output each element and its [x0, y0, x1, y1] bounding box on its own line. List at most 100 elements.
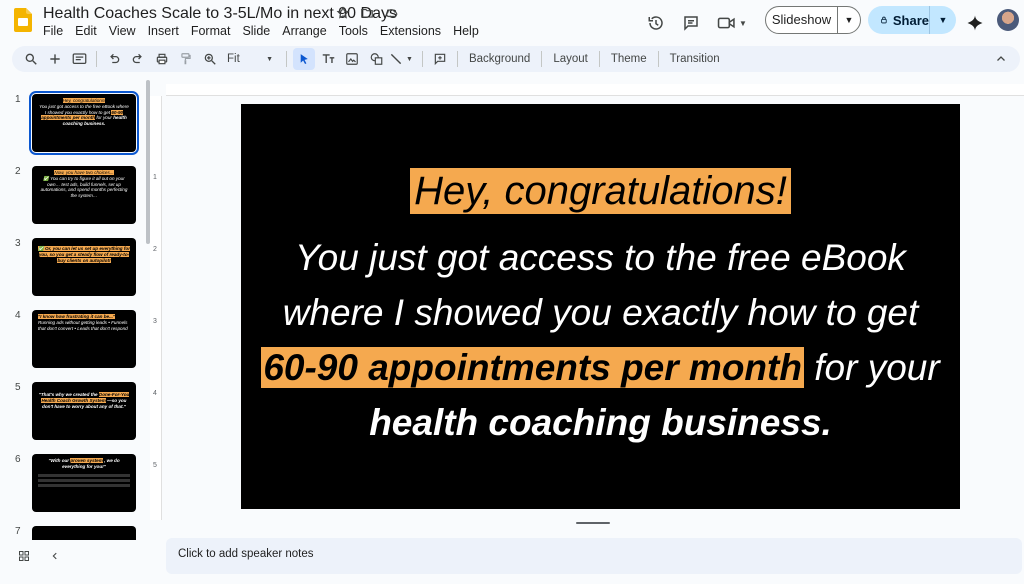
slide-thumbnail-5[interactable]: "That's why we created the Done-For-You …	[32, 382, 136, 440]
toolbar-divider	[456, 51, 458, 67]
notes-resize-handle[interactable]	[576, 522, 610, 524]
slide-thumbnail-3[interactable]: ✅ Or, you can let us set up everything f…	[32, 238, 136, 296]
meet-button[interactable]: ▼	[716, 9, 748, 37]
chevron-down-icon: ▼	[739, 18, 747, 28]
menu-tools[interactable]: Tools	[339, 24, 374, 38]
thumb-text: "That's why we created the	[38, 392, 98, 397]
slide-number: 7	[15, 526, 21, 537]
comment-icon	[684, 16, 698, 31]
theme-button[interactable]: Theme	[606, 48, 652, 70]
current-slide[interactable]: Hey, congratulations! You just got acces…	[241, 104, 960, 509]
version-history-button[interactable]	[646, 9, 666, 37]
grid-view-icon[interactable]	[18, 550, 30, 562]
sparkle-icon	[967, 15, 983, 31]
thumb-highlight: Now, you have two choices...	[54, 170, 114, 175]
slideshow-dropdown-icon[interactable]: ▼	[838, 15, 860, 25]
toolbar-divider	[96, 51, 97, 67]
menu-arrange[interactable]: Arrange	[282, 24, 332, 38]
search-icon	[25, 53, 37, 65]
account-avatar[interactable]	[997, 9, 1019, 31]
slide-number: 2	[15, 166, 21, 177]
add-comment-icon	[434, 53, 446, 66]
slide-number: 4	[15, 310, 21, 321]
undo-button[interactable]	[103, 48, 125, 70]
line-button[interactable]: ▼	[389, 48, 413, 70]
share-button[interactable]: Share ▼	[868, 6, 956, 34]
background-button[interactable]: Background	[464, 48, 535, 70]
text-box-button[interactable]	[317, 48, 339, 70]
vertical-ruler[interactable]: 1 2 3 4 5	[150, 96, 162, 520]
menu-view[interactable]: View	[109, 24, 142, 38]
layout-button[interactable]: Layout	[548, 48, 593, 70]
redo-icon	[132, 53, 142, 64]
shapes-icon	[370, 53, 382, 65]
thumb-highlight: ✅ Or, you can let us set up everything f…	[38, 246, 131, 263]
slide-thumbnail-4[interactable]: "I know how frustrating it can be..." Ru…	[32, 310, 136, 368]
menu-format[interactable]: Format	[191, 24, 237, 38]
slide-thumbnail-1[interactable]: Hey, congratulations! You just got acces…	[29, 91, 139, 155]
search-menus-button[interactable]	[20, 48, 42, 70]
thumb-text-tail: for your	[96, 115, 112, 121]
cloud-status-icon[interactable]	[384, 6, 399, 20]
ruler-label: 4	[153, 390, 157, 397]
chevron-up-icon	[997, 56, 1005, 61]
shape-button[interactable]	[365, 48, 387, 70]
video-camera-icon	[717, 17, 735, 29]
plus-icon	[50, 54, 60, 64]
transition-button[interactable]: Transition	[665, 48, 725, 70]
menu-help[interactable]: Help	[453, 24, 485, 38]
new-slide-button[interactable]	[44, 48, 66, 70]
slide-thumbnail-6[interactable]: "With our proven system , we do everythi…	[32, 454, 136, 512]
thumb-text: ✅ You can try to figure it all out on yo…	[40, 175, 128, 199]
cursor-arrow-icon	[300, 54, 308, 64]
body-text-b: for your	[803, 346, 940, 388]
toolbar-divider	[421, 51, 423, 67]
formatting-toolbar: Fit ▼ ▼ Background Layout Theme Transiti…	[12, 46, 1020, 72]
paint-roller-icon	[181, 53, 191, 65]
slideshow-button[interactable]: Slideshow ▼	[765, 6, 861, 34]
select-tool-button[interactable]	[293, 48, 315, 70]
history-icon	[648, 16, 663, 30]
star-icon[interactable]	[336, 6, 350, 20]
slide-filmstrip[interactable]: 1 Hey, congratulations! You just got acc…	[0, 80, 150, 540]
lock-icon	[881, 16, 887, 24]
slides-logo-icon[interactable]	[14, 8, 32, 32]
zoom-select[interactable]: Fit ▼	[223, 48, 275, 70]
menu-edit[interactable]: Edit	[75, 24, 103, 38]
slide-body-text[interactable]: You just got access to the free eBook wh…	[261, 230, 941, 450]
menu-slide[interactable]: Slide	[242, 24, 276, 38]
comments-button[interactable]	[681, 9, 701, 37]
collapse-toolbar-button[interactable]	[990, 48, 1012, 70]
gemini-button[interactable]	[965, 9, 985, 37]
toolbar-divider	[286, 51, 287, 67]
zoom-button[interactable]	[199, 48, 221, 70]
menu-insert[interactable]: Insert	[148, 24, 185, 38]
slide-layout-button[interactable]	[68, 48, 90, 70]
slide-headline[interactable]: Hey, congratulations!	[410, 167, 791, 214]
insert-image-button[interactable]	[341, 48, 363, 70]
title-icons	[336, 6, 399, 20]
toolbar-divider	[657, 51, 659, 67]
chevron-left-icon[interactable]	[50, 550, 60, 562]
menu-extensions[interactable]: Extensions	[380, 24, 447, 38]
thumb-highlight: "I know how frustrating it can be..."	[38, 314, 116, 319]
print-button[interactable]	[151, 48, 173, 70]
redo-button[interactable]	[127, 48, 149, 70]
slide-thumbnail-2[interactable]: Now, you have two choices... ✅ You can t…	[32, 166, 136, 224]
chevron-down-icon: ▼	[266, 55, 273, 63]
share-main[interactable]: Share	[868, 6, 930, 34]
add-comment-button[interactable]	[429, 48, 451, 70]
ruler-label: 3	[153, 318, 157, 325]
text-box-icon	[322, 54, 334, 64]
toolbar-divider	[541, 51, 543, 67]
share-dropdown-icon[interactable]: ▼	[930, 15, 956, 25]
top-bar: Health Coaches Scale to 3-5L/Mo in next …	[0, 0, 1024, 44]
paint-format-button[interactable]	[175, 48, 197, 70]
move-folder-icon[interactable]	[360, 6, 374, 20]
slide-number: 6	[15, 454, 21, 465]
speaker-notes[interactable]: Click to add speaker notes	[166, 538, 1022, 574]
menu-file[interactable]: File	[43, 24, 69, 38]
slide-thumbnail-7[interactable]	[32, 526, 136, 540]
horizontal-ruler[interactable]	[166, 84, 1024, 96]
slideshow-label[interactable]: Slideshow	[766, 7, 838, 33]
